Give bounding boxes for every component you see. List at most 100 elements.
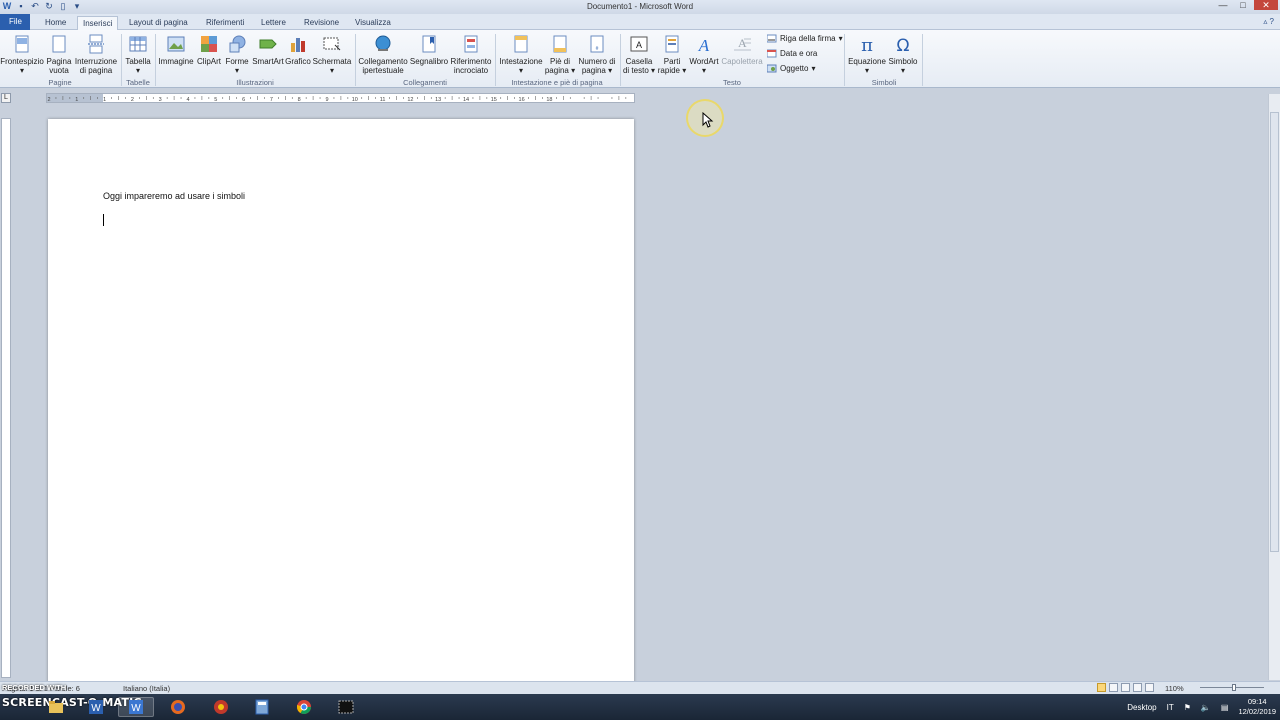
svg-text:π: π xyxy=(861,35,873,54)
ruler-number: 12 xyxy=(407,97,413,102)
ruler-number: 13 xyxy=(435,97,441,102)
maximize-button[interactable]: □ xyxy=(1234,0,1252,10)
tab-riferimenti[interactable]: Riferimenti xyxy=(201,16,249,30)
close-button[interactable]: ✕ xyxy=(1254,0,1278,10)
ruler-number: 2 xyxy=(47,97,50,102)
grafico-button[interactable]: Grafico xyxy=(285,34,311,66)
shapes-icon xyxy=(229,35,246,53)
capolettera-button[interactable]: A Capolettera xyxy=(720,34,764,66)
intestazione-button[interactable]: Intestazione ▾ xyxy=(498,34,544,75)
taskbar-calculator[interactable] xyxy=(244,697,280,717)
print-layout-view-button[interactable] xyxy=(1097,683,1106,692)
signature-line-icon xyxy=(767,34,777,43)
smartart-button[interactable]: SmartArt xyxy=(251,34,285,66)
tab-file[interactable]: File xyxy=(0,14,30,30)
zoom-level[interactable]: 110% xyxy=(1165,684,1184,693)
clock[interactable]: 09:14 12/02/2019 xyxy=(1238,697,1276,717)
calculator-icon xyxy=(255,699,269,715)
terminal-icon xyxy=(338,700,354,714)
footer-icon xyxy=(553,35,567,53)
tab-inserisci[interactable]: Inserisci xyxy=(77,16,119,31)
web-layout-view-button[interactable] xyxy=(1121,683,1130,692)
taskbar-firefox[interactable] xyxy=(160,697,196,717)
immagine-button[interactable]: Immagine xyxy=(158,34,194,66)
full-screen-view-button[interactable] xyxy=(1109,683,1118,692)
interruzione-pagina-button[interactable]: Interruzione di pagina xyxy=(73,34,119,75)
data-e-ora-button[interactable]: Data e ora xyxy=(767,49,817,58)
simbolo-button[interactable]: Ω Simbolo ▾ xyxy=(886,34,920,75)
page-break-icon xyxy=(88,34,104,54)
vertical-scrollbar[interactable] xyxy=(1268,94,1280,680)
ruler-number: 15 xyxy=(491,97,497,102)
riga-della-firma-button[interactable]: Riga della firma ▾ xyxy=(767,34,843,43)
segnalibro-button[interactable]: Segnalibro xyxy=(409,34,449,66)
tab-home[interactable]: Home xyxy=(40,16,71,30)
tabella-button[interactable]: Tabella ▾ xyxy=(123,34,153,75)
collegamento-ipertestuale-button[interactable]: Collegamento ipertestuale xyxy=(357,34,409,75)
flag-icon[interactable]: ⚑ xyxy=(1184,703,1191,712)
table-icon xyxy=(129,36,147,52)
taskbar-app[interactable] xyxy=(203,697,239,717)
volume-icon[interactable]: 🔈 xyxy=(1201,703,1211,712)
group-label-illustrazioni: Illustrazioni xyxy=(236,78,274,87)
network-icon[interactable]: ▤ xyxy=(1221,703,1229,712)
taskbar-word[interactable]: W xyxy=(78,697,114,717)
pie-di-pagina-button[interactable]: Piè di pagina ▾ xyxy=(544,34,576,75)
group-label-tabelle: Tabelle xyxy=(126,78,150,87)
tab-layout[interactable]: Layout di pagina xyxy=(124,16,193,30)
tab-visualizza[interactable]: Visualizza xyxy=(350,16,396,30)
keyboard-language[interactable]: IT xyxy=(1167,703,1174,712)
window-controls: — □ ✕ xyxy=(1214,0,1278,10)
draft-view-button[interactable] xyxy=(1145,683,1154,692)
group-separator xyxy=(922,34,923,86)
casella-di-testo-button[interactable]: A Casella di testo ▾ xyxy=(622,34,656,75)
parti-rapide-button[interactable]: Parti rapide ▾ xyxy=(656,34,688,75)
taskbar-explorer[interactable] xyxy=(38,697,74,717)
zoom-slider-knob[interactable] xyxy=(1232,684,1236,691)
document-text-line[interactable]: Oggi impareremo ad usare i simboli xyxy=(103,191,245,201)
ruler-number: 1 xyxy=(75,97,78,102)
ruler-number: 10 xyxy=(352,97,358,102)
oggetto-button[interactable]: Oggetto ▾ xyxy=(767,64,815,73)
taskbar-terminal[interactable] xyxy=(328,697,364,717)
taskbar-word-active[interactable]: W xyxy=(118,697,154,717)
schermata-button[interactable]: Schermata ▾ xyxy=(312,34,352,75)
forme-button[interactable]: Forme ▾ xyxy=(224,34,250,75)
header-icon xyxy=(514,35,528,53)
tab-selector[interactable]: L xyxy=(1,93,11,103)
clipart-icon xyxy=(201,36,217,52)
riferimento-incrociato-button[interactable]: Riferimento incrociato xyxy=(449,34,493,75)
clipart-button[interactable]: ClipArt xyxy=(195,34,223,66)
group-label-pagine: Pagine xyxy=(48,78,72,87)
status-bar: Pagina: 1 di 1 Parole: 6 Italiano (Itali… xyxy=(0,681,1280,694)
ruler-number: 4 xyxy=(186,97,189,102)
desktop-toolbar[interactable]: Desktop xyxy=(1127,703,1156,712)
mouse-pointer-icon xyxy=(702,112,714,128)
taskbar-chrome[interactable] xyxy=(286,697,322,717)
ruler-number: 5 xyxy=(214,97,217,102)
chart-icon xyxy=(291,38,305,52)
group-label-intestazione: Intestazione e piè di pagina xyxy=(511,78,603,87)
tab-revisione[interactable]: Revisione xyxy=(299,16,344,30)
document-page[interactable]: Oggi impareremo ad usare i simboli xyxy=(48,119,634,689)
group-label-testo: Testo xyxy=(723,78,741,87)
equazione-button[interactable]: π Equazione ▾ xyxy=(848,34,886,75)
tab-lettere[interactable]: Lettere xyxy=(256,16,291,30)
horizontal-ruler[interactable]: 2 1 1 2 3 4 5 6 7 8 9 10 11 12 13 14 15 16 18 xyxy=(46,93,635,103)
scrollbar-thumb[interactable] xyxy=(1270,112,1279,552)
ruler-number: 11 xyxy=(380,97,386,102)
language-indicator[interactable]: Italiano (Italia) xyxy=(123,684,170,693)
minimize-button[interactable]: — xyxy=(1214,0,1232,10)
ruler-number: 6 xyxy=(242,97,245,102)
frontespizio-button[interactable]: Frontespizio ▾ xyxy=(0,34,44,75)
ruler-number: 1 xyxy=(103,97,106,102)
numero-di-pagina-button[interactable]: # Numero di pagina ▾ xyxy=(576,34,618,75)
wordart-button[interactable]: A WordArt ▾ xyxy=(688,34,720,75)
outline-view-button[interactable] xyxy=(1133,683,1142,692)
pagina-vuota-button[interactable]: Pagina vuota xyxy=(44,34,74,75)
ruler-number: 9 xyxy=(325,97,328,102)
object-icon xyxy=(767,64,777,73)
zoom-slider[interactable] xyxy=(1200,684,1264,691)
help-icon[interactable]: ▵ ? xyxy=(1263,17,1274,26)
svg-text:Ω: Ω xyxy=(897,36,910,54)
